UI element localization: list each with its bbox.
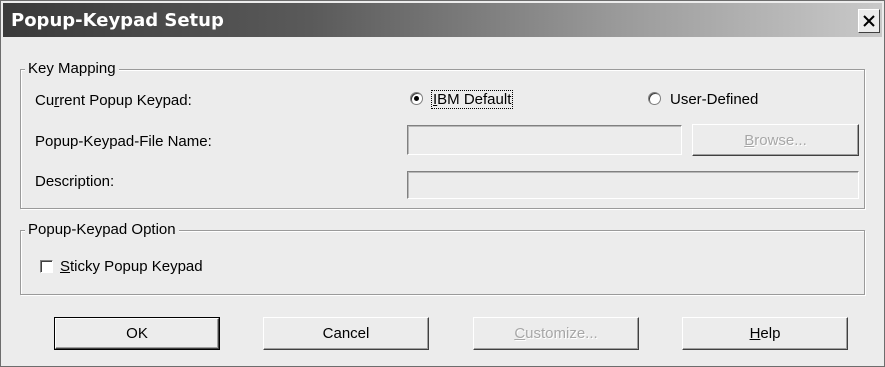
description-field	[407, 171, 859, 199]
browse-button[interactable]: Browse...	[692, 124, 859, 156]
key-mapping-legend: Key Mapping	[25, 60, 119, 77]
customize-button[interactable]: Customize...	[473, 317, 639, 350]
dialog-window: Popup-Keypad Setup Key Mapping Current P…	[0, 0, 885, 367]
sticky-popup-keypad-label[interactable]: Sticky Popup Keypad	[60, 258, 203, 275]
window-title: Popup-Keypad Setup	[11, 10, 224, 31]
file-name-label: Popup-Keypad-File Name:	[35, 133, 212, 150]
close-button[interactable]	[858, 9, 880, 33]
popup-keypad-option-legend: Popup-Keypad Option	[25, 221, 179, 238]
ibm-default-radio[interactable]	[410, 92, 423, 105]
title-bar[interactable]: Popup-Keypad Setup	[3, 3, 882, 37]
ok-button[interactable]: OK	[54, 317, 220, 350]
user-defined-label[interactable]: User-Defined	[670, 91, 758, 108]
description-label: Description:	[35, 173, 115, 190]
current-popup-keypad-label: Current Popup Keypad:	[35, 92, 192, 109]
sticky-popup-keypad-checkbox[interactable]	[40, 260, 53, 273]
file-name-field	[407, 125, 682, 155]
ibm-default-label[interactable]: IBM Default	[431, 90, 514, 109]
radio-selected-dot	[414, 96, 419, 101]
close-icon	[863, 15, 875, 27]
user-defined-radio[interactable]	[648, 92, 661, 105]
cancel-button[interactable]: Cancel	[263, 317, 429, 350]
help-button[interactable]: Help	[682, 317, 848, 350]
